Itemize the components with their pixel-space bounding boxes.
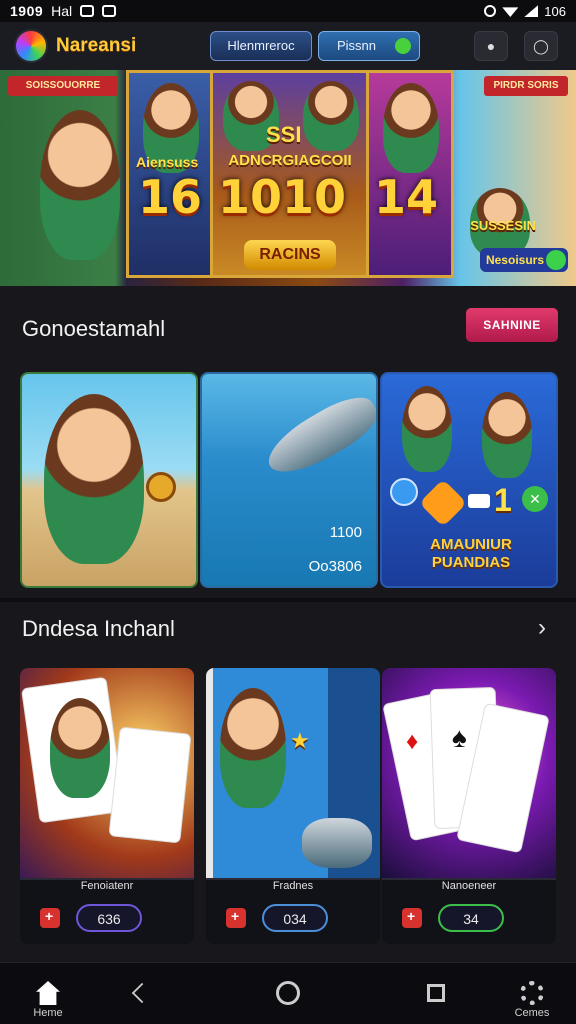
banner-number-1: 16	[138, 170, 203, 224]
add-icon[interactable]	[226, 908, 246, 928]
game-card-2-art: ★	[206, 668, 380, 878]
plus-icon	[546, 250, 566, 270]
app-logo-icon[interactable]	[14, 29, 48, 63]
section-1-button[interactable]: SAHNINE	[466, 308, 558, 342]
status-bar: 1909 Hal 106	[0, 0, 576, 22]
banner-right-tag: PIRDR SORIS	[484, 76, 568, 96]
gem-icon	[418, 478, 468, 528]
nav-back[interactable]	[102, 963, 182, 1024]
battery-level: 106	[544, 3, 566, 19]
character-girl-1	[402, 386, 452, 472]
add-icon[interactable]	[40, 908, 60, 928]
banner-number-3: 14	[374, 170, 439, 224]
banner-character-4	[383, 83, 439, 173]
close-badge-icon: ✕	[522, 486, 548, 512]
game-card-1[interactable]: Fenoiatenr 636	[20, 668, 194, 944]
notification-icon	[80, 5, 95, 17]
game-card-1-value: 636	[76, 904, 142, 932]
featured-card-1[interactable]	[20, 372, 198, 588]
section-2-title: Dndesa Inchanl	[22, 616, 175, 641]
game-card-2-logo: ★	[290, 728, 310, 753]
profile-icon[interactable]: ◯	[524, 31, 558, 61]
banner-left-tag: SOISSOUORRE	[8, 76, 118, 96]
banner-character-left	[40, 110, 120, 260]
banner-center-top: SSI	[266, 122, 302, 147]
message-icon	[102, 5, 117, 17]
nav-home[interactable]: Heme	[8, 963, 88, 1024]
bonus-icon	[390, 478, 418, 506]
game-card-1-art	[20, 668, 194, 878]
header-button-2-label: Pissnn	[337, 38, 377, 53]
status-time: 1909	[10, 3, 44, 19]
game-card-1-character	[50, 698, 110, 798]
nav-recent[interactable]	[396, 963, 476, 1024]
section-divider	[0, 598, 576, 602]
featured-row: 1100 Oo3806 1 ✕ AMAUNIUR PUANDIAS	[20, 372, 558, 588]
game-card-2-value: 034	[262, 904, 328, 932]
wallet-icon[interactable]: ●	[474, 31, 508, 61]
promo-banner[interactable]: SOISSOUORRE PIRDR SORIS Aiensuss ADNCRGI…	[0, 70, 576, 286]
back-icon	[131, 982, 153, 1004]
game-card-3-art: ♠ ♦	[382, 668, 556, 878]
game-card-2[interactable]: ★ Fradnes 034	[206, 668, 380, 944]
nav-games[interactable]: Cemes	[492, 963, 572, 1024]
square-icon	[427, 984, 445, 1002]
game-card-2-character	[220, 688, 286, 808]
header-button-1[interactable]: Hlenmreroc	[210, 31, 312, 61]
banner-number-2: 1010	[218, 170, 347, 224]
featured-card-3-number: 1	[494, 482, 512, 518]
featured-card-3-label: AMAUNIUR PUANDIAS	[430, 536, 512, 571]
spade-icon: ♠	[452, 722, 467, 753]
app-root: 1909 Hal 106 Nareansi Hlenmreroc Pissnn …	[0, 0, 576, 1024]
status-carrier: Hal	[51, 3, 73, 19]
banner-right-bottom-label: Nesoisurs	[485, 253, 544, 267]
game-card-3-value: 34	[438, 904, 504, 932]
fisher-character	[44, 394, 144, 564]
header-button-2[interactable]: Pissnn	[318, 31, 420, 61]
add-icon[interactable]	[402, 908, 422, 928]
banner-racing-label[interactable]: RACINS	[244, 240, 336, 270]
plus-badge-icon	[395, 38, 411, 54]
nav-home-label: Heme	[33, 1007, 63, 1019]
fish-icon	[302, 818, 372, 868]
game-card-1-name: Fenoiatenr	[80, 880, 134, 892]
playing-card	[108, 726, 192, 844]
section-1-title: Gonoestamahl	[22, 316, 166, 341]
game-card-2-name: Fradnes	[272, 880, 314, 892]
game-card-3-name: Nanoeneer	[441, 880, 497, 892]
banner-right-label: SUSSESIN	[470, 218, 536, 233]
games-row: Fenoiatenr 636 ★ Fradnes 034 ♠ ♦	[20, 668, 558, 944]
alarm-icon	[484, 5, 497, 17]
featured-card-3[interactable]: 1 ✕ AMAUNIUR PUANDIAS	[380, 372, 558, 588]
character-girl-2	[482, 392, 532, 478]
featured-card-2-number-1: 1100	[329, 524, 362, 541]
nav-center[interactable]	[248, 963, 328, 1024]
game-card-3[interactable]: ♠ ♦ Nanoeneer 34	[382, 668, 556, 944]
coin-icon	[146, 472, 176, 502]
banner-character-3	[303, 81, 359, 151]
banner-center-label: ADNCRGIAGCOII	[228, 152, 352, 169]
ticket-icon	[468, 494, 490, 508]
circle-icon	[276, 981, 300, 1005]
app-header: Nareansi Hlenmreroc Pissnn ● ◯	[0, 22, 576, 70]
bottom-nav: Heme Cemes	[0, 962, 576, 1024]
chevron-right-icon[interactable]: ›	[538, 614, 546, 642]
featured-card-2-number-2: Oo3806	[308, 558, 362, 575]
banner-left-label: Aiensuss	[136, 154, 199, 170]
nav-games-label: Cemes	[514, 1007, 550, 1019]
app-name: Nareansi	[56, 35, 137, 56]
signal-icon	[524, 5, 539, 17]
featured-card-2[interactable]: 1100 Oo3806	[200, 372, 378, 588]
banner-right-bottom[interactable]: Nesoisurs	[479, 248, 568, 272]
wifi-icon	[502, 7, 519, 17]
gear-icon	[520, 981, 544, 1005]
fish-icon	[259, 386, 376, 486]
diamond-icon: ♦	[406, 728, 419, 755]
home-icon	[36, 981, 60, 1005]
